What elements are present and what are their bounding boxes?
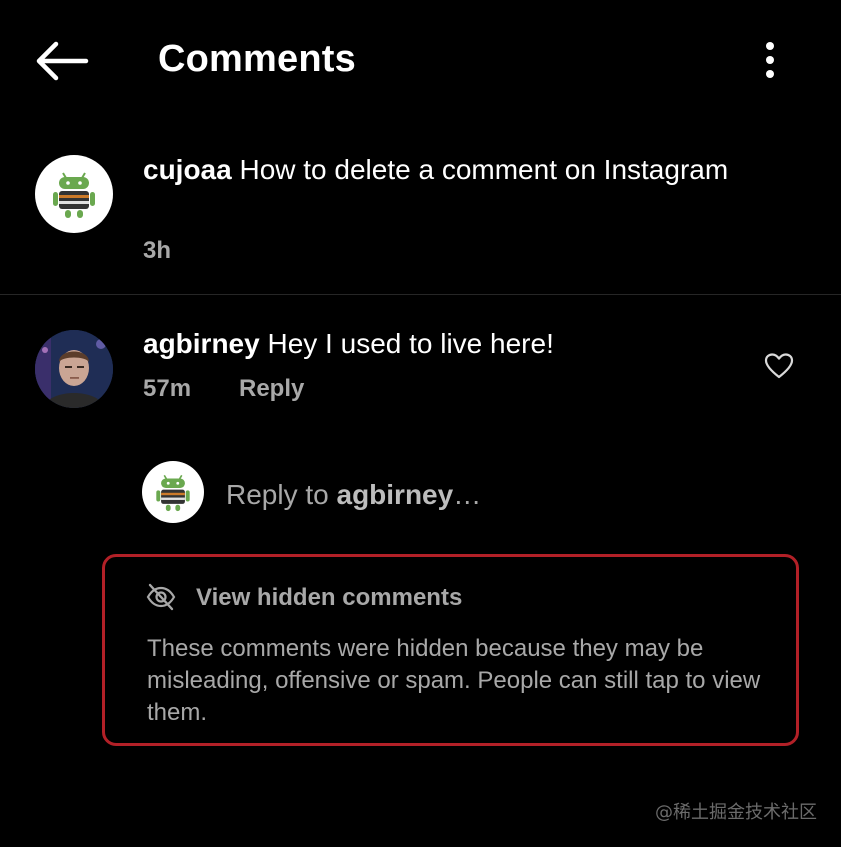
reply-button[interactable]: Reply: [239, 375, 304, 403]
commenter-avatar[interactable]: [35, 330, 113, 408]
caption-divider: [0, 294, 841, 295]
vertical-ellipsis-icon: [766, 42, 774, 78]
current-user-avatar: [142, 461, 204, 523]
caption-text: cujoaa How to delete a comment on Instag…: [143, 152, 743, 188]
caption-timestamp: 3h: [143, 237, 172, 264]
top-app-bar: Comments: [0, 0, 841, 120]
page-title: Comments: [158, 38, 356, 80]
user-photo-avatar-icon: [35, 330, 113, 408]
caption-username[interactable]: cujoaa: [143, 154, 232, 185]
android-robot-avatar-icon: [53, 172, 95, 218]
comment-username[interactable]: agbirney: [143, 328, 260, 359]
comment-timestamp: 57m: [143, 375, 192, 402]
view-hidden-comments-label: View hidden comments: [196, 584, 463, 611]
eye-off-icon: [146, 583, 176, 611]
hidden-comments-panel: View hidden comments These comments were…: [102, 554, 799, 746]
heart-outline-icon: [764, 353, 794, 379]
reply-input-target: agbirney: [336, 479, 454, 510]
caption-body: How to delete a comment on Instagram: [239, 154, 729, 185]
like-comment-button[interactable]: [764, 352, 794, 380]
hidden-comments-description: These comments were hidden because they …: [147, 635, 761, 726]
caption-author-avatar[interactable]: [35, 155, 113, 233]
reply-input-suffix: …: [453, 479, 482, 510]
more-options-button[interactable]: [752, 38, 788, 84]
watermark: @稀土掘金技术社区: [655, 802, 817, 823]
reply-input-prefix: Reply to: [226, 479, 329, 510]
android-robot-avatar-icon: [156, 474, 190, 512]
reply-input[interactable]: Reply to agbirney…: [226, 475, 481, 515]
comment-body: Hey I used to live here!: [267, 328, 554, 359]
arrow-left-icon: [36, 41, 89, 81]
back-button[interactable]: [30, 38, 92, 84]
comment-text: agbirney Hey I used to live here!: [143, 326, 554, 362]
